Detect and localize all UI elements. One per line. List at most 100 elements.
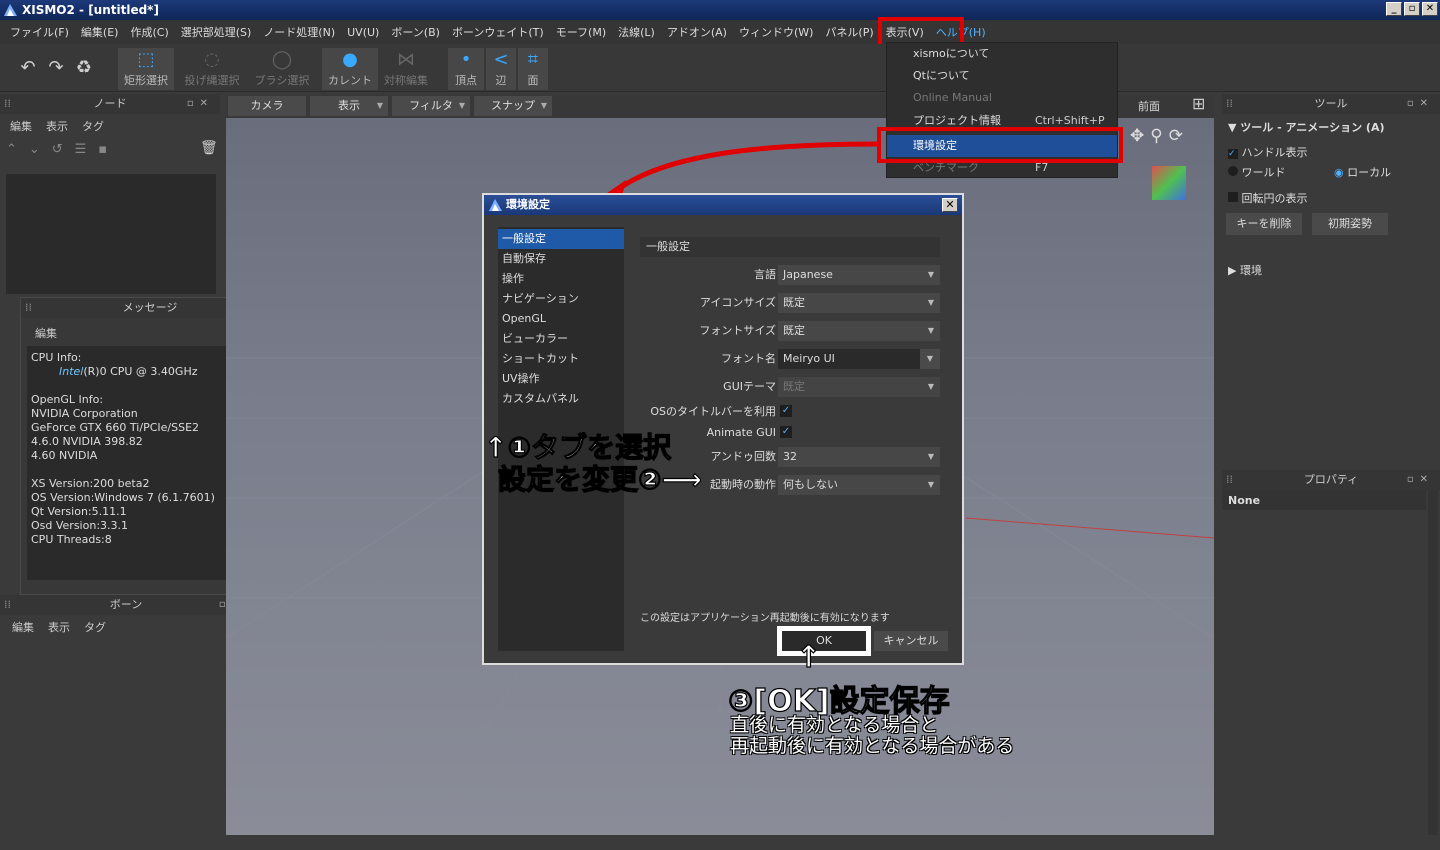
lasso-select-button[interactable]: ◌ 投げ縄選択: [184, 48, 240, 90]
section-header: 一般設定: [640, 237, 940, 257]
field-animate-gui: Animate GUI ✓: [706, 426, 792, 439]
tab-operation[interactable]: 操作: [498, 269, 624, 289]
edge-icon: <: [493, 49, 509, 70]
node-tag-menu[interactable]: タグ: [82, 118, 104, 134]
wireframe-cube-icon[interactable]: ⊞: [1192, 94, 1205, 113]
menu-edit[interactable]: 編集(E): [75, 24, 125, 40]
cancel-button[interactable]: キャンセル: [874, 631, 948, 651]
node-panel-submenu: 編集 表示 タグ: [10, 118, 104, 134]
env-section[interactable]: ▶ 環境: [1228, 262, 1262, 278]
tab-display[interactable]: 表示 ▼: [310, 96, 388, 116]
font-size-select[interactable]: 既定 ▼: [778, 321, 940, 341]
tab-view-color[interactable]: ビューカラー: [498, 329, 624, 349]
bone-panel-submenu: 編集 表示 タグ: [12, 619, 106, 635]
menu-node[interactable]: ノード処理(N): [257, 24, 341, 40]
minimize-button[interactable]: _: [1386, 2, 1402, 16]
node-tree[interactable]: [6, 174, 216, 294]
recycle-icon[interactable]: ♻: [72, 58, 96, 78]
field-icon-size: アイコンサイズ 既定 ▼: [640, 293, 940, 313]
tab-filter[interactable]: フィルタ ▼: [392, 96, 470, 116]
face-button[interactable]: ⌗ 面: [518, 48, 548, 90]
menu-addon[interactable]: アドオン(A): [661, 24, 733, 40]
tool-section-animation[interactable]: ▼ ツール - アニメーション (A): [1228, 119, 1384, 135]
close-button[interactable]: ✕: [1422, 2, 1438, 16]
tab-autosave[interactable]: 自動保存: [498, 249, 624, 269]
animate-gui-checkbox[interactable]: ✓: [780, 426, 792, 438]
edge-button[interactable]: < 辺: [486, 48, 516, 90]
font-name-select[interactable]: Meiryo UI ▼: [778, 349, 940, 369]
chevron-down-icon: ▼: [927, 480, 934, 489]
preferences-highlight: [877, 127, 1123, 163]
view-label: 前面: [1138, 100, 1160, 113]
tab-uv-operation[interactable]: UV操作: [498, 369, 624, 389]
undo-icon[interactable]: ↶: [16, 58, 40, 78]
menu-window[interactable]: ウィンドウ(W): [733, 24, 819, 40]
field-font-name: フォント名 Meiryo UI ▼: [640, 349, 940, 369]
initial-pose-button[interactable]: 初期姿勢: [1312, 213, 1388, 235]
startup-action-select[interactable]: 何もしない ▼: [778, 475, 940, 495]
icon-size-select[interactable]: 既定 ▼: [778, 293, 940, 313]
rect-select-icon: ⬚: [137, 49, 155, 70]
symmetry-button[interactable]: ⋈ 対称編集: [378, 48, 434, 90]
trash-icon[interactable]: 🗑: [200, 140, 218, 156]
node-toolbar[interactable]: ⌃⌄↺☰▪: [6, 142, 220, 158]
menu-item-online-manual[interactable]: Online Manual: [887, 87, 1117, 109]
menubar: ファイル(F) 編集(E) 作成(C) 選択部処理(S) ノード処理(N) UV…: [0, 20, 1440, 44]
menu-selection[interactable]: 選択部処理(S): [175, 24, 258, 40]
current-button[interactable]: ● カレント: [322, 48, 378, 90]
tab-snap[interactable]: スナップ ▼: [474, 96, 552, 116]
menu-uv[interactable]: UV(U): [341, 26, 385, 39]
chevron-down-icon: ▼: [927, 452, 934, 461]
menu-panel[interactable]: パネル(P): [819, 24, 879, 40]
view-cube[interactable]: [1152, 166, 1186, 200]
local-radio[interactable]: ◉ ローカル: [1334, 164, 1391, 180]
menu-item-about-xismo[interactable]: xismoについて: [887, 43, 1117, 65]
node-view-menu[interactable]: 表示: [46, 118, 68, 134]
brush-icon: ◯: [271, 49, 293, 70]
maximize-button[interactable]: ▫: [1404, 2, 1420, 16]
menu-create[interactable]: 作成(C): [124, 24, 174, 40]
tab-shortcut[interactable]: ショートカット: [498, 349, 624, 369]
rect-select-button[interactable]: ⬚ 矩形選択: [118, 48, 174, 90]
tab-camera[interactable]: カメラ: [228, 96, 306, 116]
rotation-circle-checkbox[interactable]: 回転円の表示: [1228, 190, 1308, 206]
annotation-arrow-up: ↑: [795, 639, 822, 675]
gui-theme-select[interactable]: 既定 ▼: [778, 377, 940, 397]
menu-morph[interactable]: モーフ(M): [550, 24, 612, 40]
redo-icon[interactable]: ↷: [44, 58, 68, 78]
menu-normal[interactable]: 法線(L): [612, 24, 661, 40]
tab-opengl[interactable]: OpenGL: [498, 309, 624, 329]
tab-general[interactable]: 一般設定: [498, 229, 624, 249]
delete-key-button[interactable]: キーを削除: [1226, 213, 1302, 235]
node-edit-menu[interactable]: 編集: [10, 118, 32, 134]
chevron-down-icon: ▼: [927, 326, 934, 335]
bone-edit-menu[interactable]: 編集: [12, 619, 34, 635]
world-radio[interactable]: ワールド: [1228, 164, 1286, 180]
bone-tag-menu[interactable]: タグ: [84, 619, 106, 635]
brush-select-button[interactable]: ◯ ブラシ選択: [254, 48, 310, 90]
property-value: None: [1222, 490, 1426, 510]
navigation-icons[interactable]: ✥⚲⟳: [1130, 126, 1189, 146]
intel-link: Intel: [58, 365, 84, 378]
ok-button[interactable]: OK: [777, 626, 871, 656]
bone-view-menu[interactable]: 表示: [48, 619, 70, 635]
menu-bone[interactable]: ボーン(B): [385, 24, 446, 40]
menu-file[interactable]: ファイル(F): [4, 24, 75, 40]
menu-item-about-qt[interactable]: Qtについて: [887, 65, 1117, 87]
dialog-close-icon[interactable]: ✕: [942, 198, 958, 212]
handle-display-checkbox[interactable]: ✓ ハンドル表示: [1228, 144, 1308, 160]
chevron-down-icon: ▼: [920, 349, 940, 369]
menu-bone-weight[interactable]: ボーンウェイト(T): [446, 24, 550, 40]
vertex-button[interactable]: • 頂点: [448, 48, 484, 90]
tab-navigation[interactable]: ナビゲーション: [498, 289, 624, 309]
dialog-title: 環境設定: [506, 198, 550, 211]
dialog-logo-icon: [489, 199, 502, 211]
tab-custom-panel[interactable]: カスタムパネル: [498, 389, 624, 409]
language-select[interactable]: Japanese ▼: [778, 265, 940, 285]
undo-count-select[interactable]: 32 ▼: [778, 447, 940, 467]
annotation-step2: 設定を変更②⟶: [497, 462, 702, 496]
os-titlebar-checkbox[interactable]: ✓: [780, 405, 792, 417]
property-scrollbar[interactable]: [1428, 490, 1438, 835]
property-panel-header: ⁞⁞ プロパティ ▫✕: [1222, 470, 1440, 490]
message-edit-menu[interactable]: 編集: [35, 325, 57, 341]
